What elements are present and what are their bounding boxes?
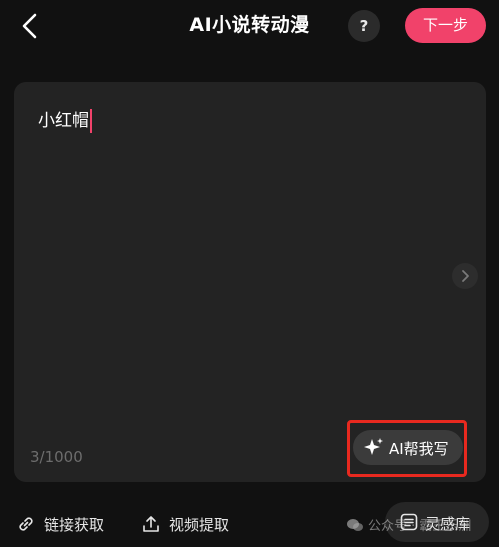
chevron-right-icon bbox=[462, 270, 469, 282]
ai-write-button[interactable]: AI帮我写 bbox=[353, 430, 463, 465]
question-icon: ? bbox=[359, 17, 369, 35]
link-import-button[interactable]: 链接获取 bbox=[16, 512, 126, 536]
watermark-text: 公众号 · 霸王乐洲 bbox=[368, 519, 472, 534]
char-counter: 3/1000 bbox=[30, 448, 83, 466]
story-input[interactable]: 小红帽 bbox=[38, 106, 92, 133]
help-button[interactable]: ? bbox=[348, 10, 380, 42]
ai-write-label: AI帮我写 bbox=[389, 440, 449, 458]
top-bar: AI小说转动漫 ? 下一步 bbox=[0, 0, 499, 60]
watermark: 公众号 · 霸王乐洲 bbox=[346, 515, 471, 534]
wechat-icon bbox=[347, 519, 363, 531]
sparkle-icon bbox=[364, 438, 383, 455]
link-icon bbox=[19, 517, 33, 531]
video-extract-label: 视频提取 bbox=[169, 516, 230, 534]
link-import-label: 链接获取 bbox=[44, 516, 105, 534]
video-extract-button[interactable]: 视频提取 bbox=[141, 512, 251, 536]
expand-arrow-button[interactable] bbox=[452, 263, 478, 289]
upload-icon bbox=[143, 516, 159, 532]
next-step-button[interactable]: 下一步 bbox=[405, 8, 486, 43]
story-text: 小红帽 bbox=[38, 111, 89, 131]
text-caret bbox=[90, 109, 92, 133]
